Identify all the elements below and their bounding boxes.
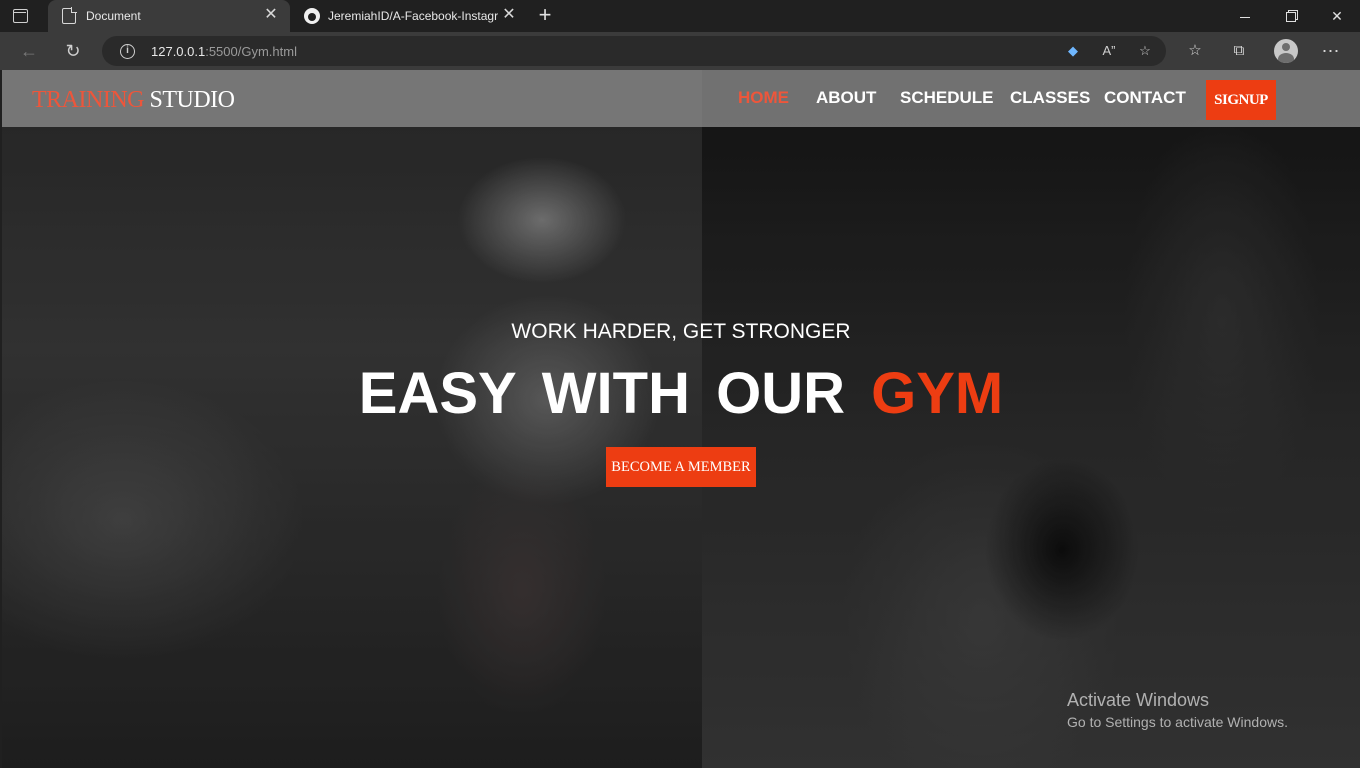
more-icon[interactable]: ⋯: [1320, 40, 1342, 62]
site-header: TRAINING STUDIO HOME ABOUT SCHEDULE CLAS…: [2, 70, 1360, 127]
tag-icon[interactable]: ◆: [1064, 42, 1082, 60]
nav-home[interactable]: HOME: [738, 88, 789, 108]
site-logo[interactable]: TRAINING STUDIO: [32, 87, 235, 114]
restore-icon: [1286, 12, 1296, 23]
tab-title: Document: [86, 9, 141, 23]
add-favorite-icon[interactable]: ☆: [1136, 42, 1154, 60]
reload-icon[interactable]: ↻: [60, 38, 86, 64]
nav-about[interactable]: ABOUT: [816, 88, 876, 108]
watermark-line-2: Go to Settings to activate Windows.: [1067, 714, 1288, 730]
tab-actions-icon[interactable]: [10, 6, 30, 26]
watermark-line-1: Activate Windows: [1067, 690, 1210, 710]
address-bar[interactable]: i 127.0.0.1:5500/Gym.html ◆ A” ☆: [102, 36, 1166, 66]
browser-tab-bar: Document ✕ JeremiahID/A-Facebook-Instagr…: [0, 0, 1360, 32]
hero-title: EASY WITH OUR GYM: [2, 360, 1360, 427]
close-tab-icon[interactable]: ✕: [262, 6, 280, 24]
github-icon: [304, 8, 320, 24]
collections-icon[interactable]: ⧉: [1228, 40, 1250, 62]
hero-subtitle: WORK HARDER, GET STRONGER: [511, 320, 851, 343]
become-member-button[interactable]: BECOME A MEMBER: [606, 447, 756, 487]
document-icon: [62, 7, 77, 24]
back-icon[interactable]: ←: [16, 38, 42, 64]
favorites-icon[interactable]: ☆: [1184, 40, 1206, 62]
url-path: :5500/Gym.html: [205, 44, 297, 59]
browser-toolbar: ← ↻ i 127.0.0.1:5500/Gym.html ◆ A” ☆ ☆ ⧉…: [0, 32, 1360, 70]
hero-title-accent: GYM: [871, 361, 1004, 426]
hero-title-main: EASY WITH OUR: [358, 361, 872, 426]
tab-github[interactable]: JeremiahID/A-Facebook-Instagra ✕: [290, 0, 528, 32]
logo-rest: STUDIO: [143, 87, 235, 113]
maximize-button[interactable]: [1268, 0, 1314, 32]
nav-classes[interactable]: CLASSES: [1010, 88, 1090, 108]
minimize-icon: [1240, 16, 1250, 18]
nav-schedule[interactable]: SCHEDULE: [900, 88, 994, 108]
web-page: TRAINING STUDIO HOME ABOUT SCHEDULE CLAS…: [2, 70, 1360, 768]
profile-icon[interactable]: [1274, 39, 1298, 63]
nav-contact[interactable]: CONTACT: [1104, 88, 1186, 108]
read-aloud-icon[interactable]: A”: [1100, 42, 1118, 60]
tab-title: JeremiahID/A-Facebook-Instagra: [328, 9, 498, 23]
activate-windows-watermark: Activate Windows Go to Settings to activ…: [1067, 690, 1288, 730]
close-window-button[interactable]: ✕: [1314, 0, 1360, 32]
signup-button[interactable]: SIGNUP: [1206, 80, 1276, 120]
tab-document[interactable]: Document ✕: [48, 0, 290, 32]
url-host: 127.0.0.1: [151, 44, 206, 59]
minimize-button[interactable]: [1222, 0, 1268, 32]
new-tab-button[interactable]: +: [534, 4, 556, 27]
close-tab-icon[interactable]: ✕: [500, 6, 518, 24]
logo-accent: TRAINING: [32, 87, 144, 113]
info-icon[interactable]: i: [120, 44, 135, 59]
url-text[interactable]: 127.0.0.1:5500/Gym.html: [151, 44, 297, 59]
